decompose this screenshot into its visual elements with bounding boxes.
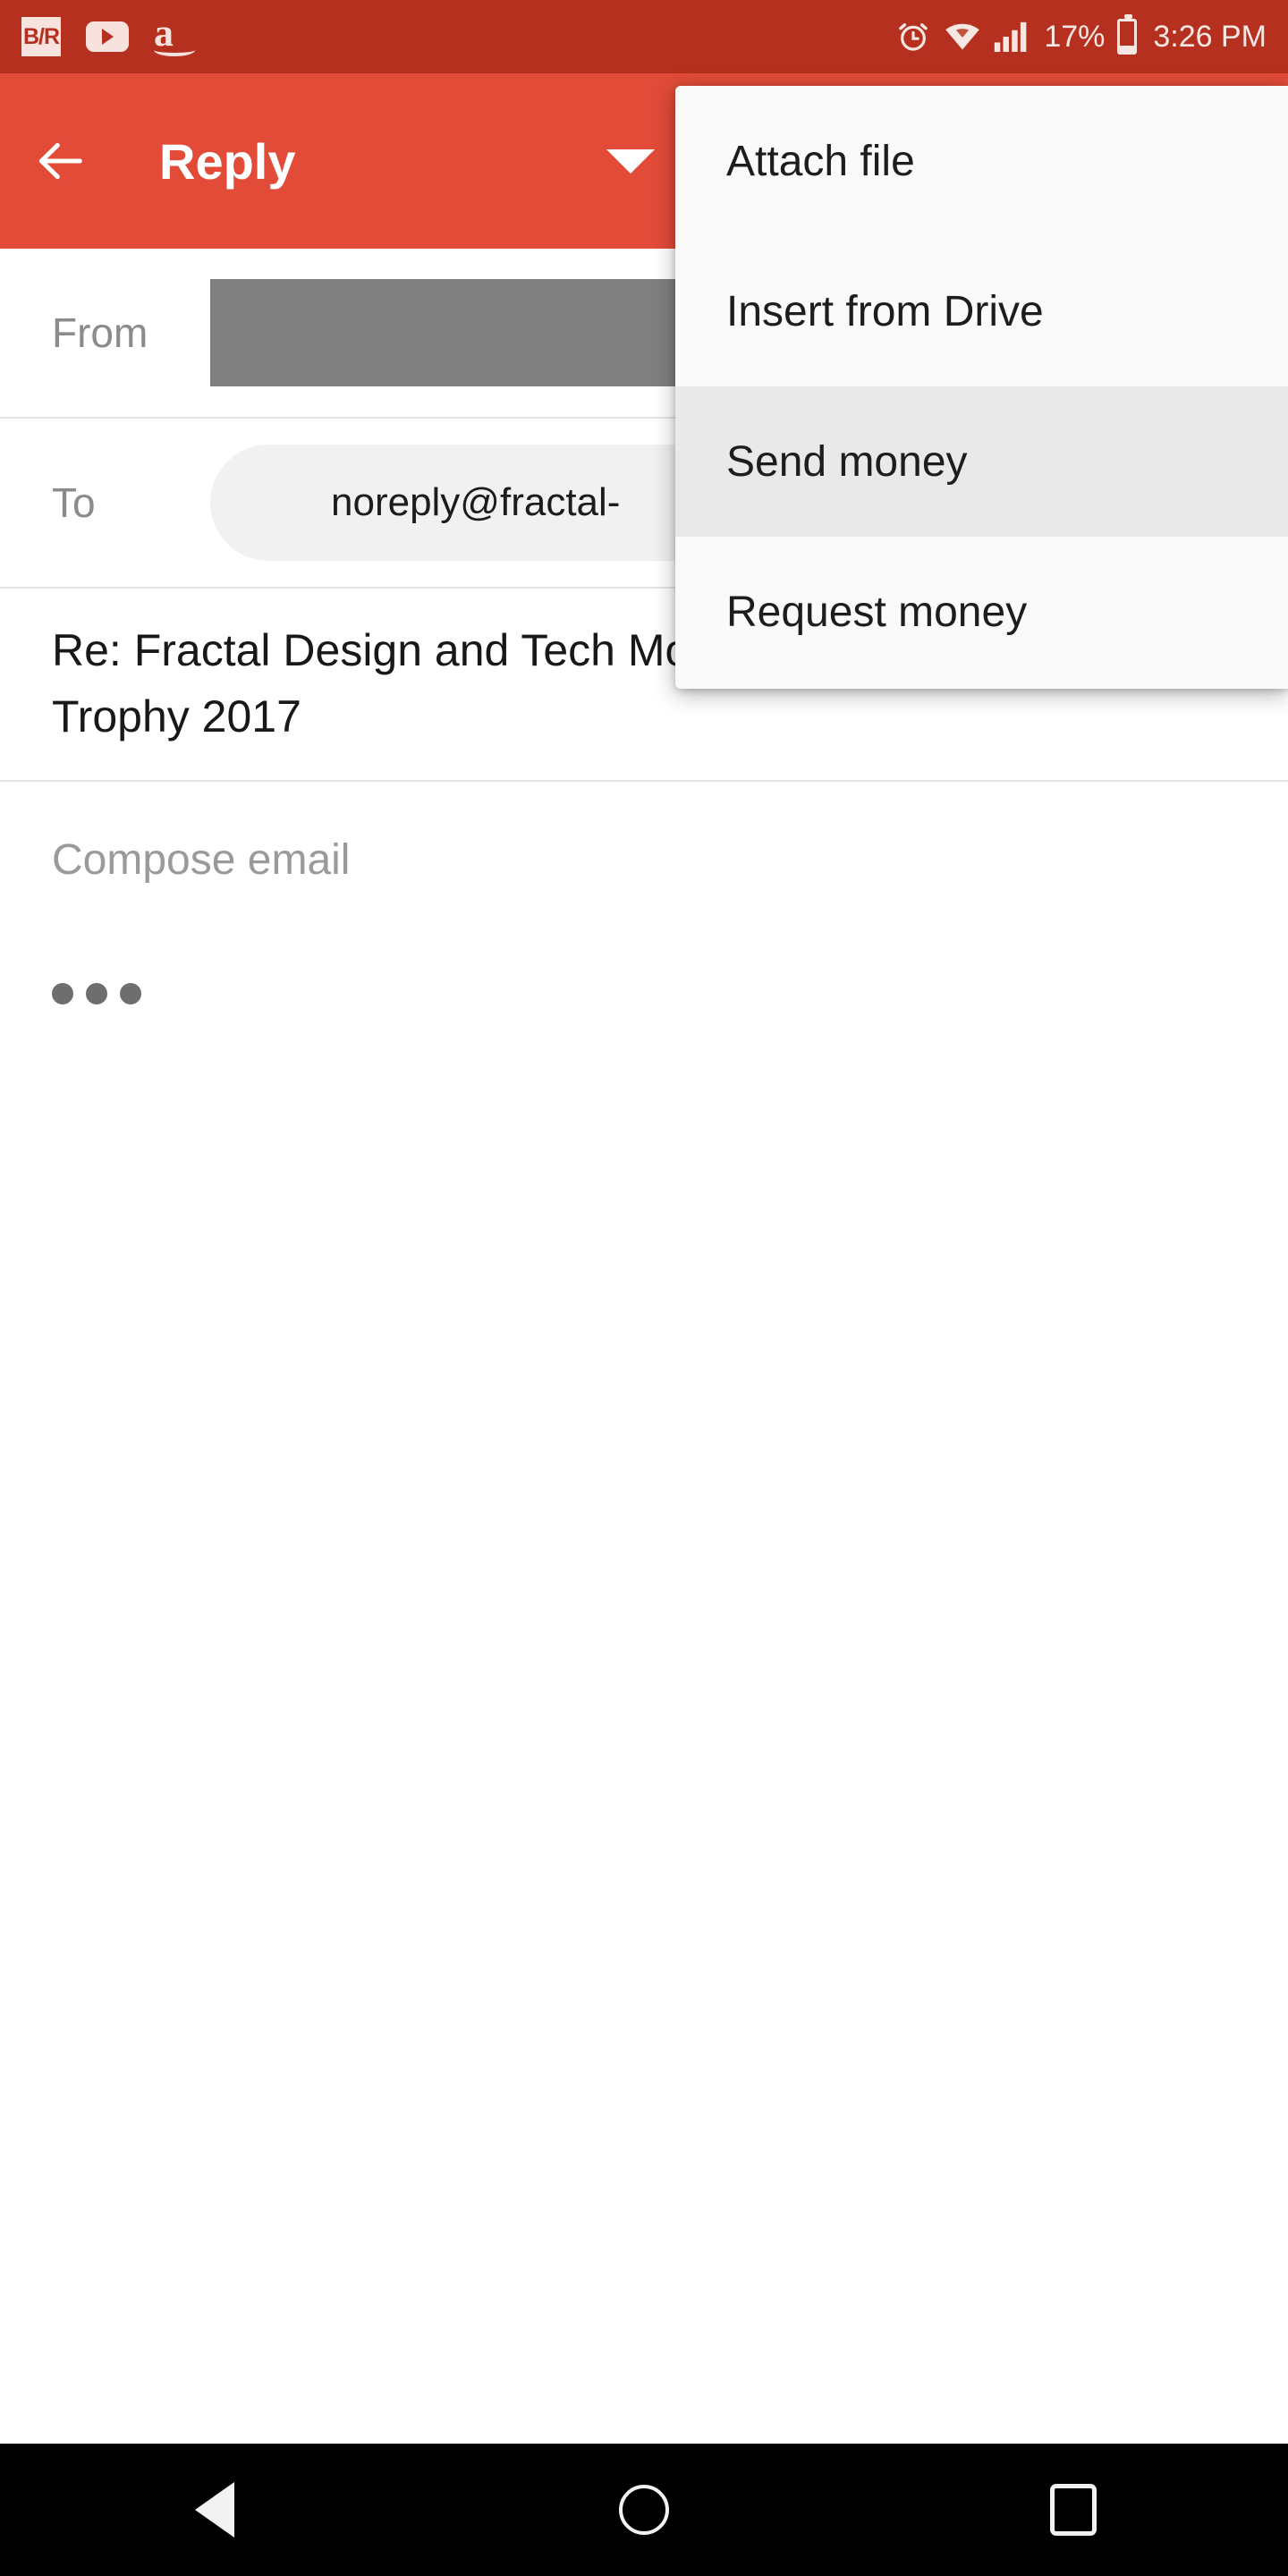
body-area: Compose email (0, 782, 1288, 1013)
menu-item-send-money[interactable]: Send money (675, 386, 1288, 537)
overflow-menu: Attach file Insert from Drive Send money… (675, 86, 1288, 689)
status-bar: B/R a 17% 3:26 PM (0, 0, 1288, 73)
menu-item-attach-file[interactable]: Attach file (675, 86, 1288, 236)
overflow-menu-button[interactable] (572, 73, 689, 249)
compose-body-input[interactable]: Compose email (0, 782, 1288, 885)
nav-home-icon (619, 2485, 669, 2535)
to-label: To (52, 479, 96, 526)
recipient-chip-label: noreply@fractal- (331, 480, 621, 524)
nav-back-button[interactable] (125, 2444, 304, 2576)
status-bar-notifications: B/R a (21, 13, 197, 57)
from-label: From (52, 309, 148, 356)
show-quoted-text-icon[interactable] (52, 974, 150, 1013)
battery-percent-label: 17% (1044, 19, 1106, 54)
menu-item-request-money[interactable]: Request money (675, 537, 1288, 687)
dropdown-caret-icon (606, 148, 655, 174)
back-arrow-icon (38, 142, 82, 180)
menu-item-label: Insert from Drive (726, 287, 1044, 335)
status-bar-system-icons: 17% 3:26 PM (895, 14, 1267, 55)
menu-item-insert-from-drive[interactable]: Insert from Drive (675, 236, 1288, 386)
from-value-redacted (210, 279, 680, 386)
nav-back-icon (195, 2482, 234, 2538)
youtube-icon (86, 21, 129, 52)
menu-item-label: Attach file (726, 137, 915, 185)
nav-recents-icon (1050, 2484, 1097, 2536)
wifi-icon (945, 23, 980, 50)
bleacher-report-icon: B/R (21, 17, 61, 56)
alarm-clock-icon (899, 23, 928, 51)
phone-screen: B/R a 17% 3:26 PM Reply From To noreply@… (0, 0, 1288, 2576)
cellular-signal-icon (995, 21, 1027, 52)
menu-item-label: Request money (726, 588, 1028, 636)
back-button[interactable] (0, 73, 122, 249)
status-bar-clock: 3:26 PM (1153, 19, 1267, 54)
quoted-dot-2 (86, 983, 107, 1004)
amazon-icon: a (154, 13, 197, 57)
quoted-dot-1 (52, 983, 73, 1004)
battery-icon (1117, 14, 1138, 55)
nav-home-button[interactable] (555, 2444, 733, 2576)
page-title: Reply (159, 132, 296, 190)
quoted-dot-3 (120, 983, 141, 1004)
amazon-smile (154, 44, 195, 56)
battery-fill (1120, 46, 1135, 52)
menu-item-label: Send money (726, 437, 968, 486)
nav-recents-button[interactable] (984, 2444, 1163, 2576)
system-navigation-bar (0, 2444, 1288, 2576)
